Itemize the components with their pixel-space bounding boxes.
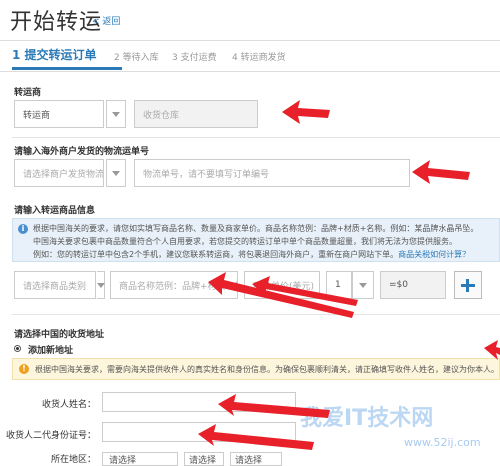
notice-line-2: 中国海关要求包裹中商品数量符合个人自用要求，若您提交的转运订单中单个商品数量超量… [33,237,457,246]
info-icon: i [18,224,28,234]
district-select[interactable]: 请选择 [230,452,282,466]
address-section-title: 请选择中国的收货地址 [14,330,105,340]
warehouse-field: 收货仓库 [134,100,258,128]
back-link[interactable]: < 返回 [92,14,120,27]
quantity-input[interactable]: 1 [326,271,352,299]
divider [12,137,500,138]
product-name-input[interactable]: 商品名称范例：品牌+材质+名称 [110,271,238,299]
carrier-select[interactable]: 转运商 [14,100,104,128]
arrow-tracking [412,160,470,184]
arrow-carrier [282,100,330,124]
step-submit-order: 1 提交转运订单 [12,48,97,62]
goods-section-title: 请输入转运商品信息 [14,206,96,216]
recipient-id-input[interactable] [102,422,296,442]
real-name-warning: ! 根据中国海关要求，需要向海关提供收件人的真实姓名和身份信息。为确保包裹顺利清… [12,358,500,380]
watermark-url: www.52ij.com [404,436,481,449]
active-step-indicator [12,67,122,70]
city-select[interactable]: 请选择 [184,452,224,466]
merchant-dropdown-chevron-icon[interactable] [106,159,126,187]
recipient-name-input[interactable] [102,392,296,412]
tariff-help-link[interactable]: 商品关税如何计算？ [398,250,470,259]
add-item-plus-icon[interactable] [454,271,482,299]
region-label: 所在地区： [50,455,96,465]
divider [12,314,500,315]
unit-price-input[interactable]: 商品单价(美元) [244,271,320,299]
notice-line-1: 根据中国海关的要求，请您如实填写商品名称、数量及商家单价。商品名称范例：品牌+材… [33,224,479,233]
page-title: 开始转运 [10,10,103,35]
category-dropdown-chevron-icon[interactable] [96,271,105,299]
step-await-warehouse: 2 等待入库 [114,53,159,63]
add-address-radio[interactable] [14,345,21,352]
tracking-number-input[interactable]: 物流单号，请不要填写订单编号 [134,159,410,187]
merchant-logistics-select[interactable]: 请选择商户发货物流商 [14,159,104,187]
tracking-section-title: 请输入海外商户发货的物流运单号 [14,147,150,157]
recipient-id-label: 收货人二代身份证号： [5,431,96,441]
quantity-dropdown-chevron-icon[interactable] [352,271,374,299]
add-new-address-label[interactable]: 添加新地址 [28,343,73,356]
notice-line-3: 例如：您的转运订单中包含2个手机，建议您联系转运商，将包裹退回海外商户，重新在商… [33,250,471,259]
province-select[interactable]: 请选择 [102,452,178,466]
carrier-section-title: 转运商 [14,88,42,98]
step-pay-shipping: 3 支付运费 [172,53,217,63]
customs-notice: i 根据中国海关的要求，请您如实填写商品名称、数量及商家单价。商品名称范例：品牌… [12,218,500,262]
recipient-name-label: 收货人姓名： [41,400,96,410]
watermark-logo: 我爱IT技术网 [300,406,434,431]
subtotal-display: =$0 [380,271,446,299]
carrier-dropdown-chevron-icon[interactable] [106,100,126,128]
arrow-region-notice [484,340,500,360]
category-select[interactable]: 请选择商品类别 [14,271,96,299]
warning-icon: ! [19,364,29,374]
step-carrier-ship: 4 转运商发货 [232,53,286,63]
